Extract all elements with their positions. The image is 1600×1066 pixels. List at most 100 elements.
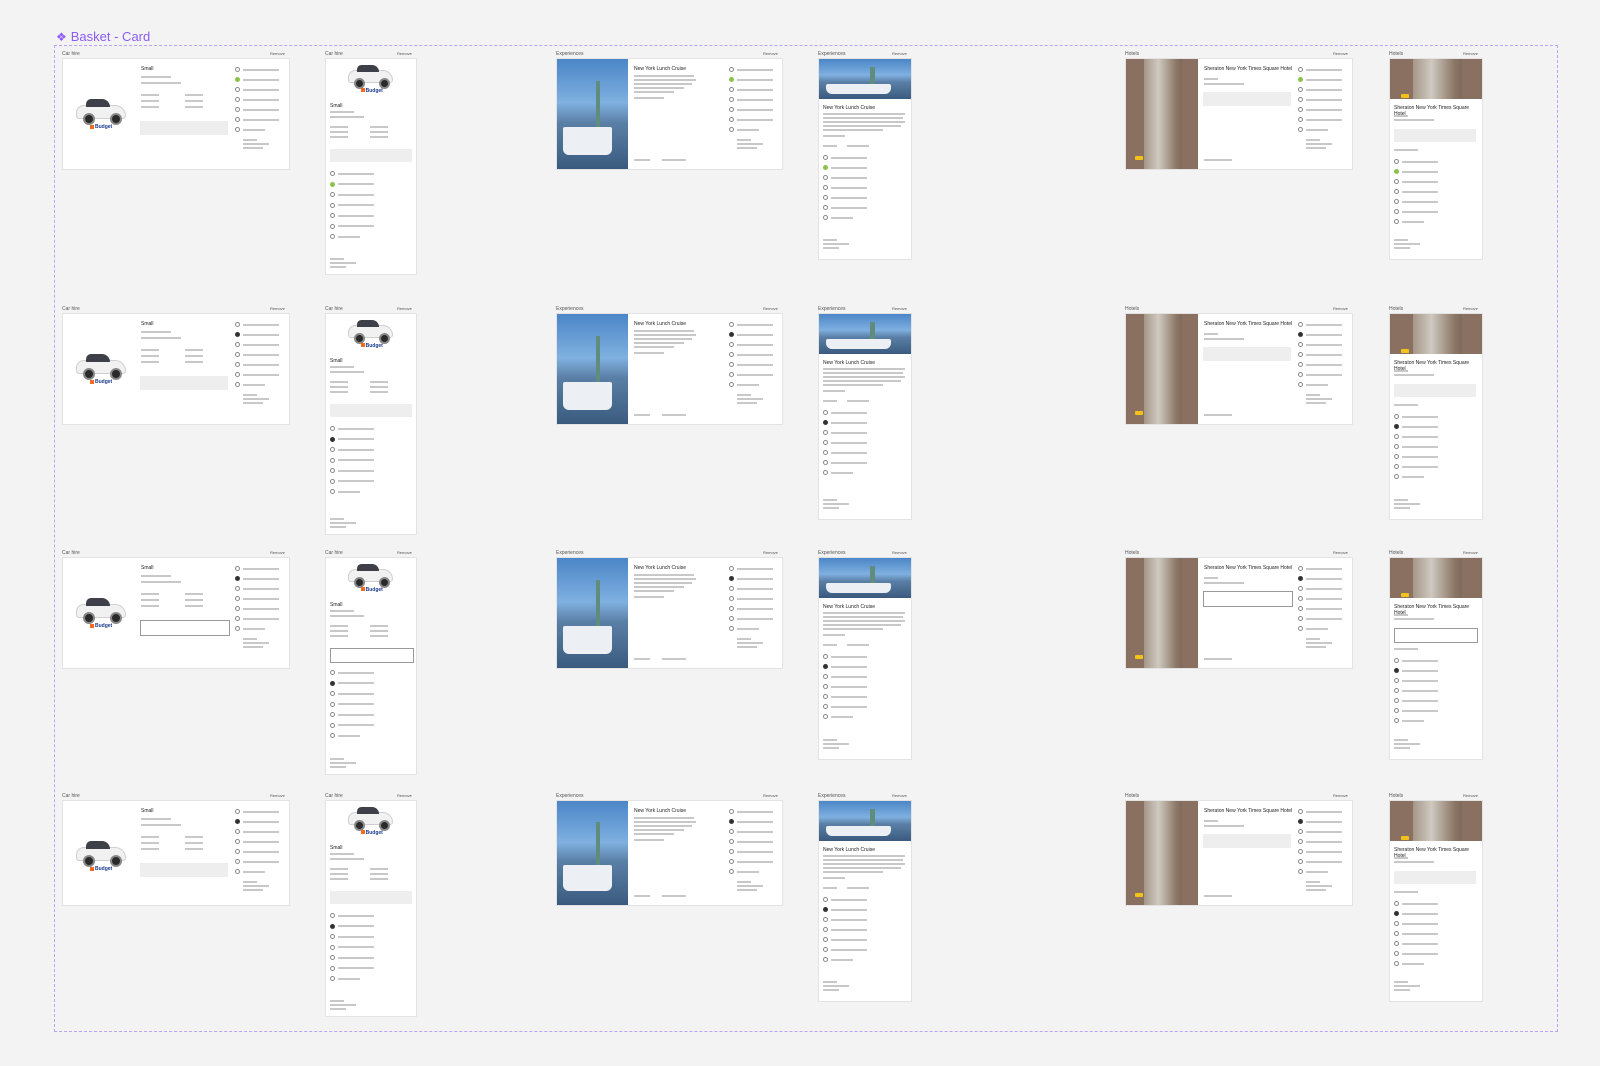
- radio-option[interactable]: [330, 701, 374, 707]
- radio-option[interactable]: [1394, 941, 1438, 946]
- radio-option[interactable]: [1394, 219, 1424, 224]
- radio-button[interactable]: [1298, 87, 1303, 92]
- radio-option[interactable]: [1298, 342, 1342, 347]
- radio-button[interactable]: [729, 77, 734, 82]
- radio-button[interactable]: [1394, 698, 1399, 703]
- radio-option[interactable]: [1298, 596, 1342, 601]
- radio-option[interactable]: [1298, 117, 1342, 122]
- radio-button[interactable]: [729, 606, 734, 611]
- radio-button[interactable]: [235, 332, 240, 337]
- radio-button[interactable]: [330, 192, 335, 197]
- radio-button[interactable]: [1394, 688, 1399, 693]
- radio-button[interactable]: [1298, 352, 1303, 357]
- radio-option[interactable]: [729, 626, 759, 631]
- radio-option[interactable]: [729, 322, 773, 327]
- radio-button[interactable]: [330, 701, 335, 707]
- radio-button[interactable]: [729, 332, 734, 337]
- radio-button[interactable]: [729, 117, 734, 122]
- radio-option[interactable]: [1394, 444, 1438, 449]
- radio-option[interactable]: [729, 87, 773, 92]
- radio-option[interactable]: [823, 897, 867, 902]
- radio-option[interactable]: [729, 362, 773, 367]
- radio-option[interactable]: [729, 839, 773, 844]
- radio-option[interactable]: [1298, 566, 1342, 571]
- radio-button[interactable]: [330, 965, 335, 971]
- radio-option[interactable]: [823, 420, 867, 425]
- radio-button[interactable]: [823, 460, 828, 465]
- radio-option[interactable]: [330, 223, 374, 229]
- radio-button[interactable]: [823, 937, 828, 942]
- radio-option[interactable]: [330, 944, 374, 950]
- radio-button[interactable]: [330, 691, 335, 696]
- remove-link[interactable]: Remove: [1463, 306, 1478, 311]
- radio-option[interactable]: [729, 596, 773, 601]
- radio-option[interactable]: [823, 215, 853, 220]
- radio-option[interactable]: [729, 859, 773, 864]
- radio-option[interactable]: [1394, 921, 1438, 926]
- radio-button[interactable]: [1298, 819, 1303, 824]
- radio-option[interactable]: [235, 372, 279, 377]
- radio-button[interactable]: [729, 809, 734, 814]
- radio-button[interactable]: [1394, 474, 1399, 479]
- radio-option[interactable]: [1394, 424, 1438, 429]
- radio-option[interactable]: [235, 819, 279, 824]
- radio-button[interactable]: [1298, 117, 1303, 122]
- radio-button[interactable]: [235, 849, 240, 854]
- radio-option[interactable]: [235, 322, 279, 327]
- radio-button[interactable]: [729, 839, 734, 844]
- remove-link[interactable]: Remove: [1333, 306, 1348, 311]
- radio-option[interactable]: [1298, 332, 1342, 337]
- radio-button[interactable]: [1394, 911, 1399, 916]
- radio-option[interactable]: [235, 576, 279, 581]
- radio-button[interactable]: [729, 869, 734, 874]
- remove-link[interactable]: Remove: [270, 51, 285, 56]
- radio-option[interactable]: [330, 181, 374, 187]
- radio-button[interactable]: [1298, 342, 1303, 347]
- radio-button[interactable]: [1298, 809, 1303, 814]
- radio-option[interactable]: [823, 470, 853, 475]
- radio-option[interactable]: [1394, 901, 1438, 906]
- radio-button[interactable]: [235, 586, 240, 591]
- radio-button[interactable]: [729, 127, 734, 132]
- radio-button[interactable]: [823, 440, 828, 445]
- radio-option[interactable]: [235, 596, 279, 601]
- radio-button[interactable]: [330, 447, 335, 452]
- frame-title[interactable]: ❖ Basket - Card: [56, 29, 150, 44]
- radio-button[interactable]: [235, 839, 240, 844]
- radio-option[interactable]: [729, 819, 773, 824]
- radio-option[interactable]: [729, 117, 773, 122]
- radio-button[interactable]: [330, 234, 335, 239]
- radio-button[interactable]: [823, 175, 828, 180]
- radio-option[interactable]: [330, 722, 374, 728]
- radio-button[interactable]: [1394, 658, 1399, 663]
- radio-button[interactable]: [823, 897, 828, 902]
- radio-button[interactable]: [1394, 668, 1399, 673]
- radio-option[interactable]: [823, 450, 867, 455]
- radio-button[interactable]: [235, 596, 240, 601]
- radio-option[interactable]: [823, 917, 867, 922]
- radio-button[interactable]: [330, 712, 335, 717]
- radio-option[interactable]: [1298, 829, 1342, 834]
- radio-button[interactable]: [235, 322, 240, 327]
- radio-button[interactable]: [823, 420, 828, 425]
- radio-button[interactable]: [1394, 961, 1399, 966]
- radio-button[interactable]: [235, 127, 240, 132]
- radio-option[interactable]: [235, 829, 279, 834]
- radio-option[interactable]: [729, 606, 773, 611]
- radio-button[interactable]: [1298, 77, 1303, 82]
- radio-option[interactable]: [330, 733, 360, 738]
- radio-button[interactable]: [823, 674, 828, 679]
- radio-button[interactable]: [1298, 576, 1303, 581]
- radio-button[interactable]: [1394, 718, 1399, 723]
- radio-option[interactable]: [235, 67, 279, 72]
- radio-button[interactable]: [823, 917, 828, 922]
- radio-button[interactable]: [823, 694, 828, 699]
- remove-link[interactable]: Remove: [763, 51, 778, 56]
- remove-link[interactable]: Remove: [397, 51, 412, 56]
- radio-button[interactable]: [1394, 434, 1399, 439]
- radio-option[interactable]: [235, 352, 279, 357]
- radio-option[interactable]: [1298, 869, 1328, 874]
- radio-button[interactable]: [729, 87, 734, 92]
- radio-option[interactable]: [729, 77, 773, 82]
- radio-button[interactable]: [823, 947, 828, 952]
